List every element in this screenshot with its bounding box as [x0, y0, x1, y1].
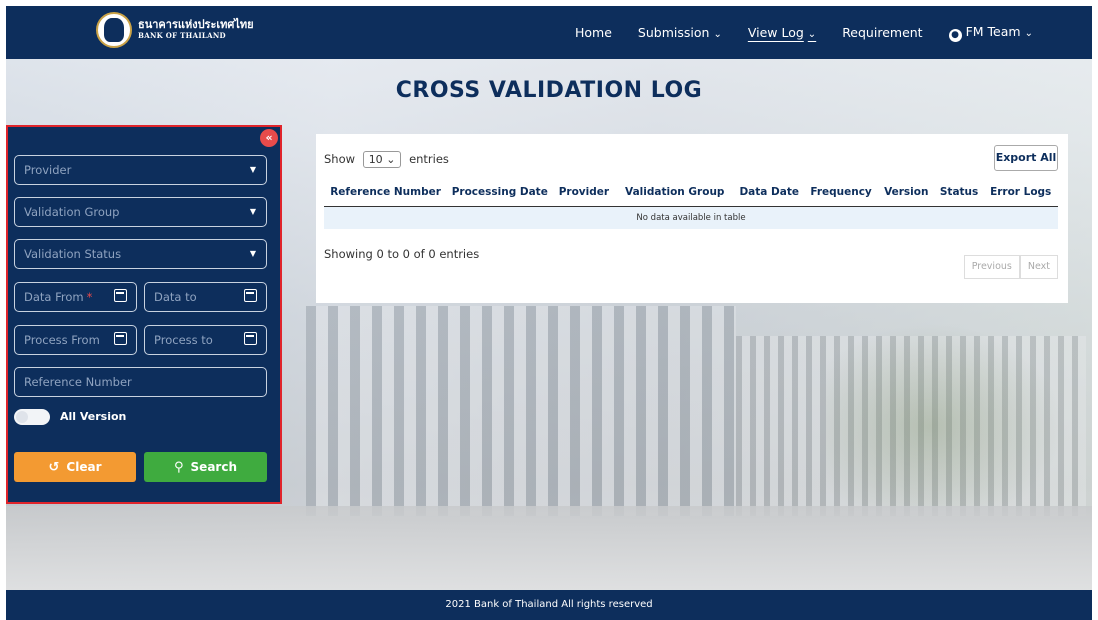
top-navbar: ธนาคารแห่งประเทศไทย BANK OF THAILAND Hom…	[6, 6, 1092, 59]
table-info: Showing 0 to 0 of 0 entries	[324, 247, 480, 261]
reference-number-input[interactable]: Reference Number	[14, 367, 267, 397]
chevron-down-icon: ⌄	[1024, 27, 1033, 39]
calendar-icon[interactable]	[244, 332, 257, 345]
log-table: Reference Number Processing Date Provide…	[324, 182, 1058, 229]
validation-group-select[interactable]: Validation Group ▼	[14, 197, 267, 227]
calendar-icon[interactable]	[114, 289, 127, 302]
nav-menu: Home Submission ⌄ View Log ⌄ Requirement ●…	[575, 6, 1059, 59]
chevron-down-icon: ⌄	[386, 153, 396, 166]
chevron-down-icon: ⌄	[713, 29, 722, 40]
clear-button-label: Clear	[66, 460, 102, 474]
data-from-field[interactable]: Data From *	[14, 282, 137, 312]
background-building	[306, 306, 736, 516]
entries-label: entries	[409, 152, 449, 166]
clear-button[interactable]: ↺ Clear	[14, 452, 136, 482]
search-button-label: Search	[190, 460, 237, 474]
page-title: CROSS VALIDATION LOG	[395, 78, 703, 103]
dropdown-arrow-icon: ▼	[249, 249, 256, 258]
bank-emblem-icon	[96, 12, 132, 48]
brand-logo[interactable]: ธนาคารแห่งประเทศไทย BANK OF THAILAND	[96, 12, 254, 48]
table-row: No data available in table	[324, 206, 1058, 229]
column-header[interactable]: Error Logs	[983, 182, 1058, 207]
next-page-button[interactable]: Next	[1019, 255, 1058, 279]
export-all-button[interactable]: Export All	[994, 145, 1058, 171]
calendar-icon[interactable]	[114, 332, 127, 345]
nav-item-home[interactable]: Home	[575, 25, 612, 40]
brand-english-name: BANK OF THAILAND	[138, 31, 226, 40]
column-header[interactable]: Frequency	[804, 182, 878, 207]
search-icon: ⚲	[174, 459, 184, 475]
validation-group-select-label: Validation Group	[24, 205, 120, 219]
data-to-placeholder: Data to	[154, 290, 197, 304]
brand-thai-name: ธนาคารแห่งประเทศไทย	[138, 18, 254, 31]
nav-item-user-menu[interactable]: ● FM Team ⌄	[948, 23, 1033, 42]
previous-page-button[interactable]: Previous	[963, 255, 1020, 279]
process-from-placeholder: Process From	[24, 333, 100, 347]
column-header[interactable]: Validation Group	[615, 182, 735, 207]
process-from-field[interactable]: Process From	[14, 325, 137, 355]
nav-item-label: Submission	[637, 25, 710, 40]
user-icon: ●	[948, 28, 962, 42]
app-frame: ธนาคารแห่งประเทศไทย BANK OF THAILAND Hom…	[6, 6, 1092, 620]
nav-item-label: View Log	[747, 25, 804, 40]
column-header[interactable]: Provider	[552, 182, 616, 207]
brand-text: ธนาคารแห่งประเทศไทย BANK OF THAILAND	[138, 19, 254, 41]
column-header[interactable]: Status	[934, 182, 984, 207]
entries-select[interactable]: 10 ⌄	[362, 151, 402, 168]
validation-status-select[interactable]: Validation Status ▼	[14, 239, 267, 269]
background-ground	[6, 506, 1092, 596]
all-version-label: All Version	[60, 410, 127, 423]
calendar-icon[interactable]	[244, 289, 257, 302]
show-label: Show	[324, 152, 356, 166]
pagination: Previous Next	[963, 255, 1058, 279]
entries-length-control: Show 10 ⌄ entries	[324, 151, 449, 168]
validation-status-select-label: Validation Status	[24, 247, 122, 261]
data-to-field[interactable]: Data to	[144, 282, 267, 312]
process-to-placeholder: Process to	[154, 333, 213, 347]
nav-item-label: Home	[575, 25, 612, 40]
column-header[interactable]: Data Date	[734, 182, 805, 207]
nav-item-label: Requirement	[842, 25, 923, 40]
chevron-down-icon: ⌄	[807, 29, 817, 40]
table-header-row: Reference Number Processing Date Provide…	[324, 182, 1058, 207]
all-version-toggle[interactable]	[14, 409, 50, 425]
provider-select[interactable]: Provider ▼	[14, 155, 267, 185]
reference-number-placeholder: Reference Number	[24, 375, 132, 389]
filter-sidebar: « Provider ▼ Validation Group ▼ Validati…	[6, 125, 282, 504]
required-marker: *	[86, 290, 93, 304]
data-from-placeholder: Data From	[24, 290, 84, 304]
dropdown-arrow-icon: ▼	[249, 207, 256, 216]
search-button[interactable]: ⚲ Search	[144, 452, 267, 482]
dropdown-arrow-icon: ▼	[249, 165, 256, 174]
nav-item-requirement[interactable]: Requirement	[842, 25, 922, 40]
footer: 2021 Bank of Thailand All rights reserve…	[6, 590, 1092, 620]
provider-select-label: Provider	[24, 163, 72, 177]
entries-select-value: 10	[368, 153, 383, 166]
nav-item-view-log[interactable]: View Log ⌄	[748, 25, 816, 40]
background-trees	[826, 306, 1086, 506]
log-table-panel: Show 10 ⌄ entries Export All Reference N…	[316, 134, 1068, 303]
column-header[interactable]: Reference Number	[324, 182, 448, 207]
collapse-sidebar-button[interactable]: «	[260, 129, 278, 147]
user-name: FM Team	[965, 23, 1021, 39]
process-to-field[interactable]: Process to	[144, 325, 267, 355]
column-header[interactable]: Processing Date	[447, 182, 553, 207]
nav-item-submission[interactable]: Submission ⌄	[638, 25, 722, 40]
empty-table-message: No data available in table	[324, 206, 1058, 229]
undo-icon: ↺	[48, 459, 60, 475]
column-header[interactable]: Version	[877, 182, 935, 207]
